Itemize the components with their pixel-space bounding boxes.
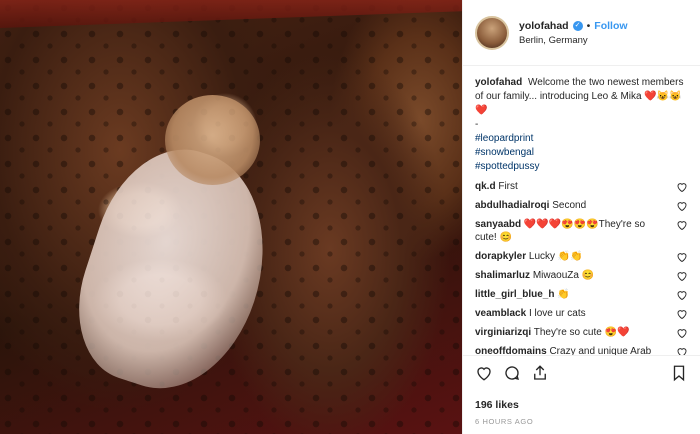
heart-icon[interactable] [676,308,688,320]
comment-item: virginiarizqi They're so cute 😍❤️ [475,326,688,339]
like-heart-icon[interactable] [475,364,493,382]
separator: • [586,19,591,32]
heart-icon[interactable] [676,251,688,263]
hashtag-link[interactable]: #leopardprint [475,132,688,146]
comment-item: qk.d First [475,180,688,193]
caption-username[interactable]: yolofahad [475,77,522,88]
action-bar-left [475,364,549,382]
comment-item: sanyaabd ❤️❤️❤️😍😍😍They're so cute! 😊 [475,218,688,244]
heart-icon[interactable] [676,289,688,301]
comment-username[interactable]: shalimarluz [475,270,530,281]
heart-icon[interactable] [676,327,688,339]
comment-text-wrap: dorapkyler Lucky 👏👏 [475,250,661,263]
location-link[interactable]: Berlin, Germany [519,35,628,46]
comment-item: oneoffdomains Crazy and unique Arab doma… [475,345,688,355]
comment-icon[interactable] [503,364,521,382]
post-photo[interactable] [0,0,462,434]
caption: yolofahad Welcome the two newest members… [475,76,688,174]
comment-text: MiwaouZa 😊 [532,270,595,281]
comment-text-wrap: veamblack I love ur cats [475,307,661,320]
comment-item: abdulhadialroqi Second [475,199,688,212]
header-row: yolofahad ✓ • Follow [519,20,628,32]
comment-username[interactable]: abdulhadialroqi [475,200,549,211]
comment-text-wrap: virginiarizqi They're so cute 😍❤️ [475,326,661,339]
comment-text: I love ur cats [528,308,586,319]
caption-dash: - [475,119,479,130]
comment-username[interactable]: qk.d [475,181,496,192]
comment-username[interactable]: sanyaabd [475,219,521,230]
heart-icon[interactable] [676,346,688,355]
comment-text-wrap: shalimarluz MiwaouZa 😊 [475,269,661,282]
bookmark-icon[interactable] [670,364,688,382]
hashtag-link[interactable]: #spottedpussy [475,160,688,174]
comment-item: shalimarluz MiwaouZa 😊 [475,269,688,282]
comment-item: little_girl_blue_h 👏 [475,288,688,301]
comment-text: They're so cute 😍❤️ [533,327,630,338]
comment-text: 👏 [557,289,570,300]
action-bar [463,355,700,403]
comment-text: Second [552,200,587,211]
comment-username[interactable]: veamblack [475,308,526,319]
timestamp: 6 HOURS AGO [475,417,534,426]
header-meta: yolofahad ✓ • Follow Berlin, Germany [519,20,628,46]
post-header: yolofahad ✓ • Follow Berlin, Germany [463,0,700,66]
comment-text: Lucky 👏👏 [528,251,583,262]
avatar[interactable] [475,15,509,50]
comment-username[interactable]: oneoffdomains [475,346,547,355]
comment-text: First [498,181,518,192]
likes-count[interactable]: 196 likes [463,399,700,411]
heart-icon[interactable] [676,200,688,212]
header-username[interactable]: yolofahad [519,20,569,32]
comment-item: veamblack I love ur cats [475,307,688,320]
comment-text-wrap: abdulhadialroqi Second [475,199,661,212]
heart-icon[interactable] [676,270,688,282]
follow-button[interactable]: Follow [594,20,627,32]
comment-username[interactable]: little_girl_blue_h [475,289,554,300]
comment-text-wrap: oneoffdomains Crazy and unique Arab doma… [475,345,661,355]
verified-badge-icon: ✓ [572,20,583,31]
comments-list[interactable]: yolofahad Welcome the two newest members… [463,66,700,355]
comment-text-wrap: sanyaabd ❤️❤️❤️😍😍😍They're so cute! 😊 [475,218,661,244]
heart-icon[interactable] [676,219,688,231]
share-icon[interactable] [531,364,549,382]
instagram-post: yolofahad ✓ • Follow Berlin, Germany yol… [0,0,700,434]
post-sidebar: yolofahad ✓ • Follow Berlin, Germany yol… [462,0,700,434]
heart-icon[interactable] [676,181,688,193]
cat-bengal [165,95,260,185]
comment-item: dorapkyler Lucky 👏👏 [475,250,688,263]
hashtag-link[interactable]: #snowbengal [475,146,688,160]
comment-username[interactable]: virginiarizqi [475,327,531,338]
comment-username[interactable]: dorapkyler [475,251,526,262]
comment-text-wrap: qk.d First [475,180,661,193]
comment-text-wrap: little_girl_blue_h 👏 [475,288,661,301]
